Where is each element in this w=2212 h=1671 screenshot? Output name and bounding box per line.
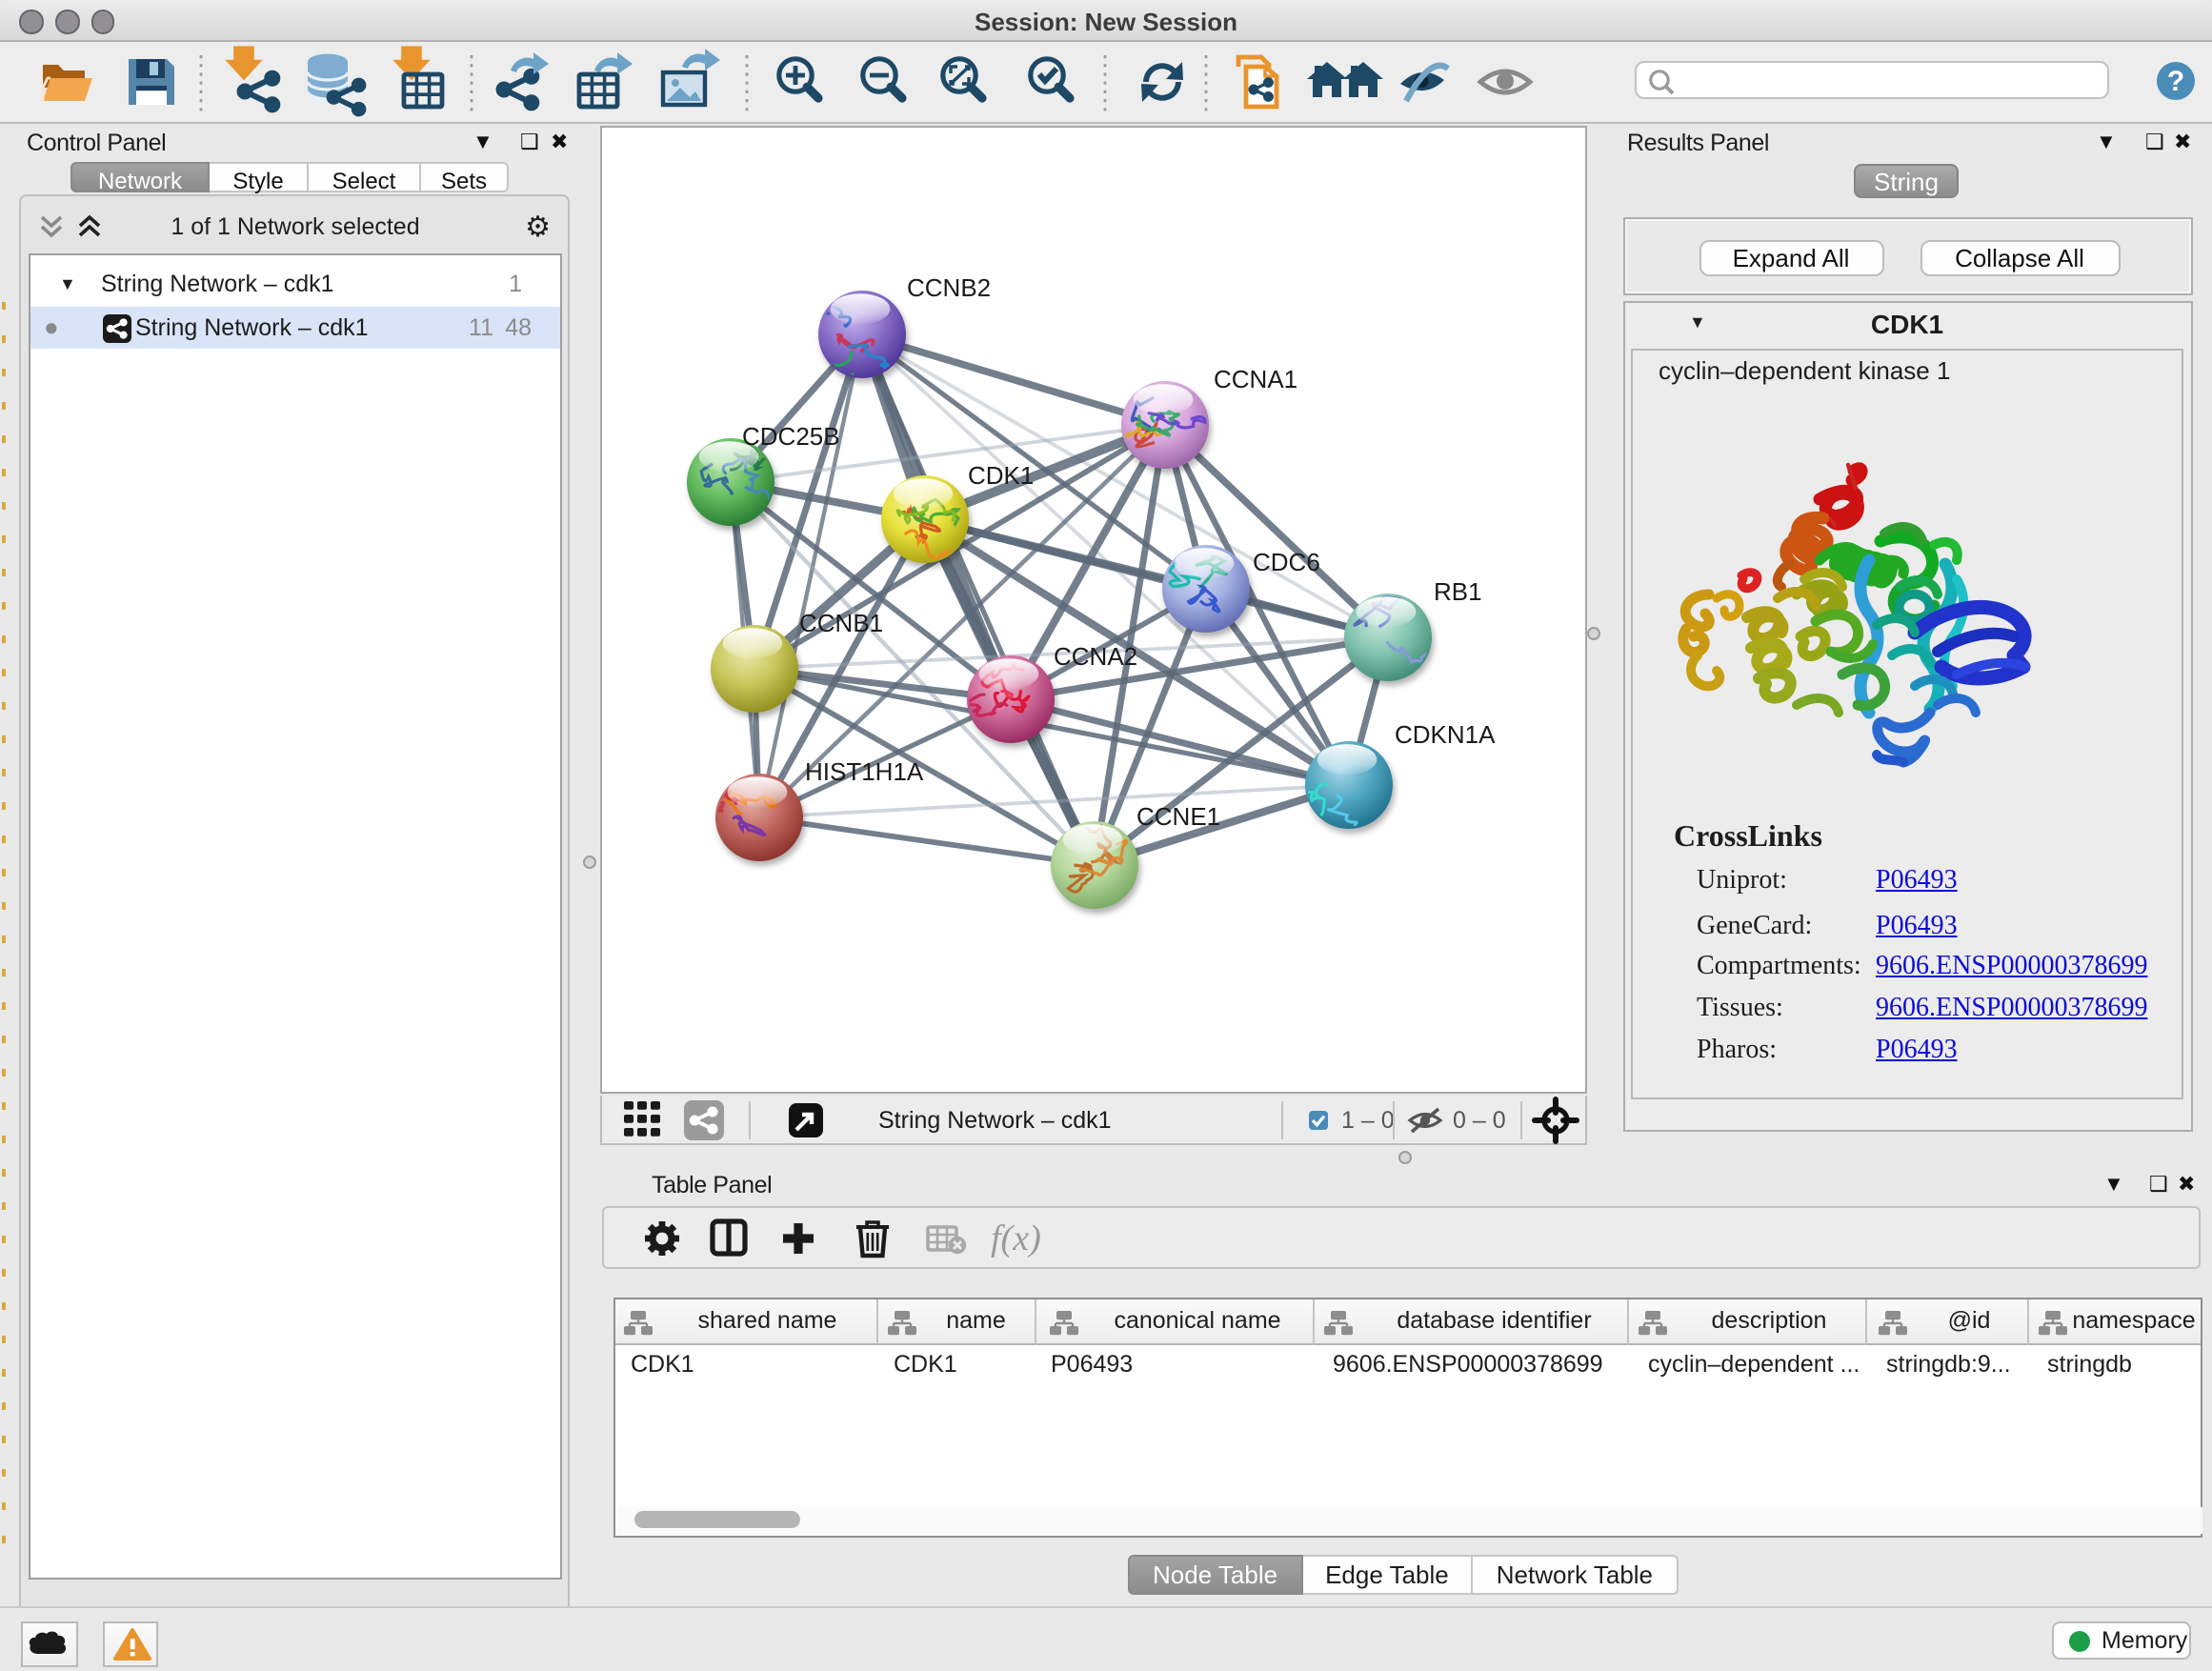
svg-text:CCNE1: CCNE1 [1136,802,1220,831]
svg-text:CCNB1: CCNB1 [799,609,883,637]
svg-text:CDC25B: CDC25B [742,422,840,451]
svg-text:CDK1: CDK1 [968,461,1034,490]
svg-text:f(x): f(x) [991,1218,1041,1258]
svg-text:0 – 0: 0 – 0 [1453,1106,1506,1133]
svg-text:CCNA1: CCNA1 [1214,365,1297,393]
svg-text:CDKN1A: CDKN1A [1395,720,1496,749]
svg-text:String Network – cdk1: String Network – cdk1 [878,1106,1112,1133]
svg-text:RB1: RB1 [1434,577,1482,606]
svg-text:CCNB2: CCNB2 [907,273,991,302]
svg-text:CCNA2: CCNA2 [1054,642,1137,671]
svg-text:CDC6: CDC6 [1253,548,1320,576]
svg-text:HIST1H1A: HIST1H1A [805,757,924,786]
svg-text:?: ? [2167,66,2184,97]
svg-text:1 – 0: 1 – 0 [1341,1106,1395,1133]
